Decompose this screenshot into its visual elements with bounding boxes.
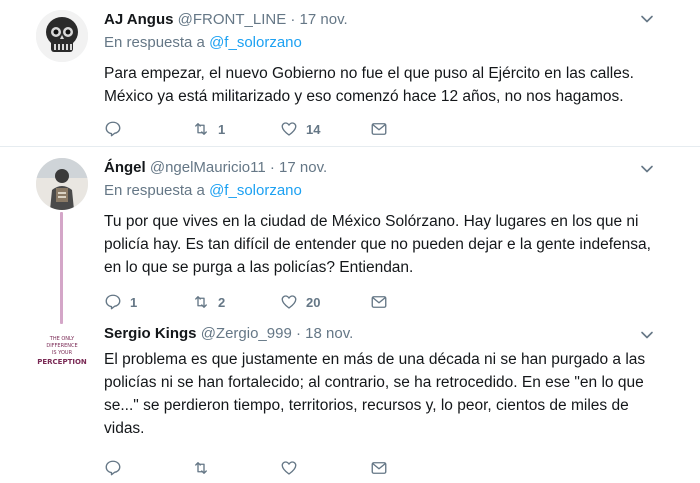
like-icon — [281, 295, 297, 309]
tweet-divider — [0, 146, 700, 147]
reply-button[interactable] — [104, 458, 130, 478]
tweet[interactable]: Ángel @ngelMauricio11 · 17 nov. En respu… — [0, 150, 700, 320]
tweet-text-line: El problema es que justamente en más de … — [104, 351, 646, 368]
skull-avatar-image — [36, 10, 88, 62]
reply-prefix: En respuesta a — [104, 34, 205, 51]
reply-context: En respuesta a @f_solorzano — [104, 181, 660, 201]
avatar[interactable]: THE ONLY DIFFERENCE IS YOUR PERCEPTION — [36, 326, 88, 378]
reply-button[interactable]: 1 — [104, 292, 137, 312]
tweet[interactable]: AJ Angus @FRONT_LINE · 17 nov. En respue… — [0, 0, 700, 150]
retweet-count: 1 — [218, 121, 226, 137]
separator: · — [295, 325, 301, 342]
tweet-header: Ángel @ngelMauricio11 · 17 nov. — [104, 158, 660, 178]
like-count: 20 — [306, 294, 321, 310]
tweet[interactable]: THE ONLY DIFFERENCE IS YOUR PERCEPTION S… — [0, 322, 700, 483]
avatar-text-line: THE ONLY — [49, 336, 75, 342]
reply-context: En respuesta a @f_solorzano — [104, 33, 660, 53]
author-handle[interactable]: @FRONT_LINE — [178, 11, 287, 28]
reply-count: 1 — [130, 294, 138, 310]
message-icon — [371, 462, 387, 474]
separator: · — [290, 11, 296, 28]
retweet-button[interactable] — [192, 458, 218, 478]
perception-logo-avatar: THE ONLY DIFFERENCE IS YOUR PERCEPTION — [36, 326, 88, 378]
tweet-header: Sergio Kings @Zergio_999 · 18 nov. — [104, 324, 660, 344]
direct-message-button[interactable] — [370, 458, 388, 478]
tweet-timestamp[interactable]: 18 nov. — [305, 325, 353, 342]
retweet-button[interactable]: 1 — [192, 119, 225, 139]
tweet-header: AJ Angus @FRONT_LINE · 17 nov. — [104, 10, 660, 30]
tweet-feed: AJ Angus @FRONT_LINE · 17 nov. En respue… — [0, 0, 700, 483]
author-name[interactable]: Sergio Kings — [104, 325, 197, 342]
like-button[interactable]: 14 — [280, 119, 320, 139]
direct-message-button[interactable] — [370, 292, 388, 312]
tweet-text-line: Para empezar, el nuevo Gobierno no fue e… — [104, 65, 634, 82]
avatar-text-line: DIFFERENCE — [46, 343, 77, 349]
profile-photo-image — [36, 158, 88, 210]
tweet-timestamp[interactable]: 17 nov. — [300, 11, 348, 28]
reply-button[interactable] — [104, 119, 130, 139]
tweet-text-line: México ya está militarizado y eso comenz… — [104, 88, 624, 105]
chevron-down-icon[interactable] — [640, 162, 654, 176]
retweet-icon — [195, 123, 207, 135]
reply-icon — [105, 460, 121, 476]
tweet-timestamp[interactable]: 17 nov. — [279, 159, 327, 176]
retweet-icon — [195, 462, 207, 474]
retweet-icon — [195, 296, 207, 308]
chevron-down-icon[interactable] — [640, 12, 654, 26]
reply-icon — [105, 121, 121, 137]
tweet-text-line: Tu por que vives en la ciudad de México … — [104, 213, 639, 230]
like-icon — [281, 122, 297, 136]
reply-mention-link[interactable]: @f_solorzano — [209, 182, 302, 199]
avatar-text-line: IS YOUR — [52, 350, 73, 356]
author-handle[interactable]: @Zergio_999 — [201, 325, 292, 342]
retweet-button[interactable]: 2 — [192, 292, 225, 312]
tweet-text-line: en lo que se purga a las policías? Entie… — [104, 259, 414, 276]
tweet-text-line: policías ni se han fortalecido; al contr… — [104, 374, 644, 391]
like-button[interactable]: 20 — [280, 292, 320, 312]
like-icon — [281, 461, 297, 475]
tweet-text: Tu por que vives en la ciudad de México … — [104, 210, 660, 279]
retweet-count: 2 — [218, 294, 226, 310]
reply-icon — [105, 294, 121, 310]
tweet-text: Para empezar, el nuevo Gobierno no fue e… — [104, 62, 660, 108]
chevron-down-icon[interactable] — [640, 328, 654, 342]
reply-prefix: En respuesta a — [104, 182, 205, 199]
author-name[interactable]: Ángel — [104, 159, 146, 176]
like-count: 14 — [306, 121, 321, 137]
direct-message-button[interactable] — [370, 119, 388, 139]
avatar-text-line: PERCEPTION — [37, 358, 87, 366]
tweet-text-line: policía hay. Es tan difícil de entender … — [104, 236, 651, 253]
tweet-text-line: vidas. — [104, 420, 145, 437]
tweet-text-line: se..." se perdieron tiempo, territorios,… — [104, 397, 629, 414]
avatar[interactable] — [36, 158, 88, 210]
tweet-text: El problema es que justamente en más de … — [104, 348, 660, 440]
author-name[interactable]: AJ Angus — [104, 11, 173, 28]
message-icon — [371, 123, 387, 135]
author-handle[interactable]: @ngelMauricio11 — [150, 159, 266, 176]
separator: · — [269, 159, 275, 176]
avatar[interactable] — [36, 10, 88, 62]
like-button[interactable] — [280, 458, 306, 478]
reply-mention-link[interactable]: @f_solorzano — [209, 34, 302, 51]
message-icon — [371, 296, 387, 308]
